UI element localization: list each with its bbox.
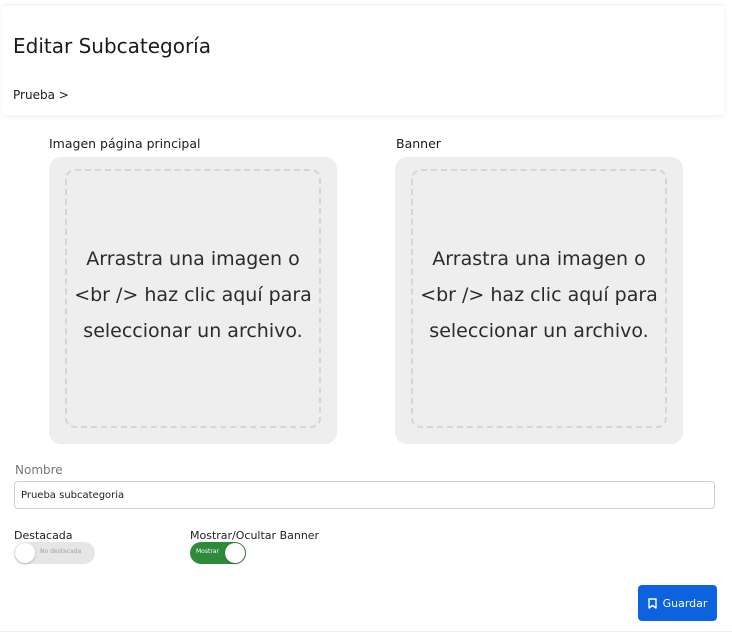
banner-toggle-state: Mostrar bbox=[196, 548, 219, 555]
dropzone-instructions: Arrastra una imagen o <br /> haz clic aq… bbox=[420, 247, 658, 342]
dropzone-dashed-border: Arrastra una imagen o <br /> haz clic aq… bbox=[65, 169, 321, 428]
footer-divider bbox=[0, 631, 732, 632]
save-button[interactable]: Guardar bbox=[638, 585, 717, 621]
edit-subcategory-page: Editar Subcategoría Prueba > Imagen pági… bbox=[0, 0, 732, 637]
banner-image-label: Banner bbox=[396, 136, 441, 151]
dropzone-dashed-border: Arrastra una imagen o <br /> haz clic aq… bbox=[411, 169, 667, 428]
main-image-dropzone[interactable]: Arrastra una imagen o <br /> haz clic aq… bbox=[49, 157, 337, 444]
save-button-label: Guardar bbox=[662, 596, 708, 610]
featured-toggle-label: Destacada bbox=[14, 529, 73, 542]
breadcrumb[interactable]: Prueba > bbox=[13, 88, 69, 102]
main-image-label: Imagen página principal bbox=[49, 136, 201, 151]
header-card bbox=[2, 4, 724, 115]
banner-visibility-toggle[interactable]: Mostrar bbox=[190, 542, 246, 564]
featured-toggle-state: No destacada bbox=[40, 548, 82, 555]
name-field-label: Nombre bbox=[15, 463, 63, 477]
banner-toggle-label: Mostrar/Ocultar Banner bbox=[190, 529, 320, 542]
dropzone-instructions: Arrastra una imagen o <br /> haz clic aq… bbox=[74, 247, 312, 342]
toggle-knob bbox=[15, 543, 35, 563]
bookmark-icon bbox=[647, 597, 657, 609]
banner-image-dropzone[interactable]: Arrastra una imagen o <br /> haz clic aq… bbox=[395, 157, 683, 444]
featured-toggle[interactable]: No destacada bbox=[14, 542, 95, 564]
page-title: Editar Subcategoría bbox=[13, 34, 211, 58]
name-field[interactable] bbox=[14, 481, 715, 509]
toggle-knob bbox=[225, 543, 245, 563]
